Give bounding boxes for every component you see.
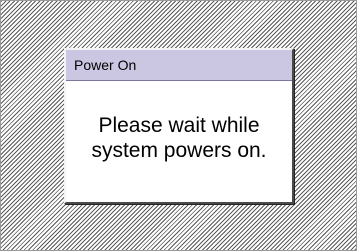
dialog-message: Please wait while system powers on. <box>66 81 292 202</box>
message-line: Please wait while <box>98 113 260 137</box>
dialog-title: Power On <box>74 57 137 73</box>
desktop-background: Power On Please wait while system powers… <box>0 0 357 251</box>
dialog-titlebar: Power On <box>66 50 292 81</box>
power-on-dialog: Power On Please wait while system powers… <box>64 48 294 204</box>
message-line: system powers on. <box>91 138 267 162</box>
